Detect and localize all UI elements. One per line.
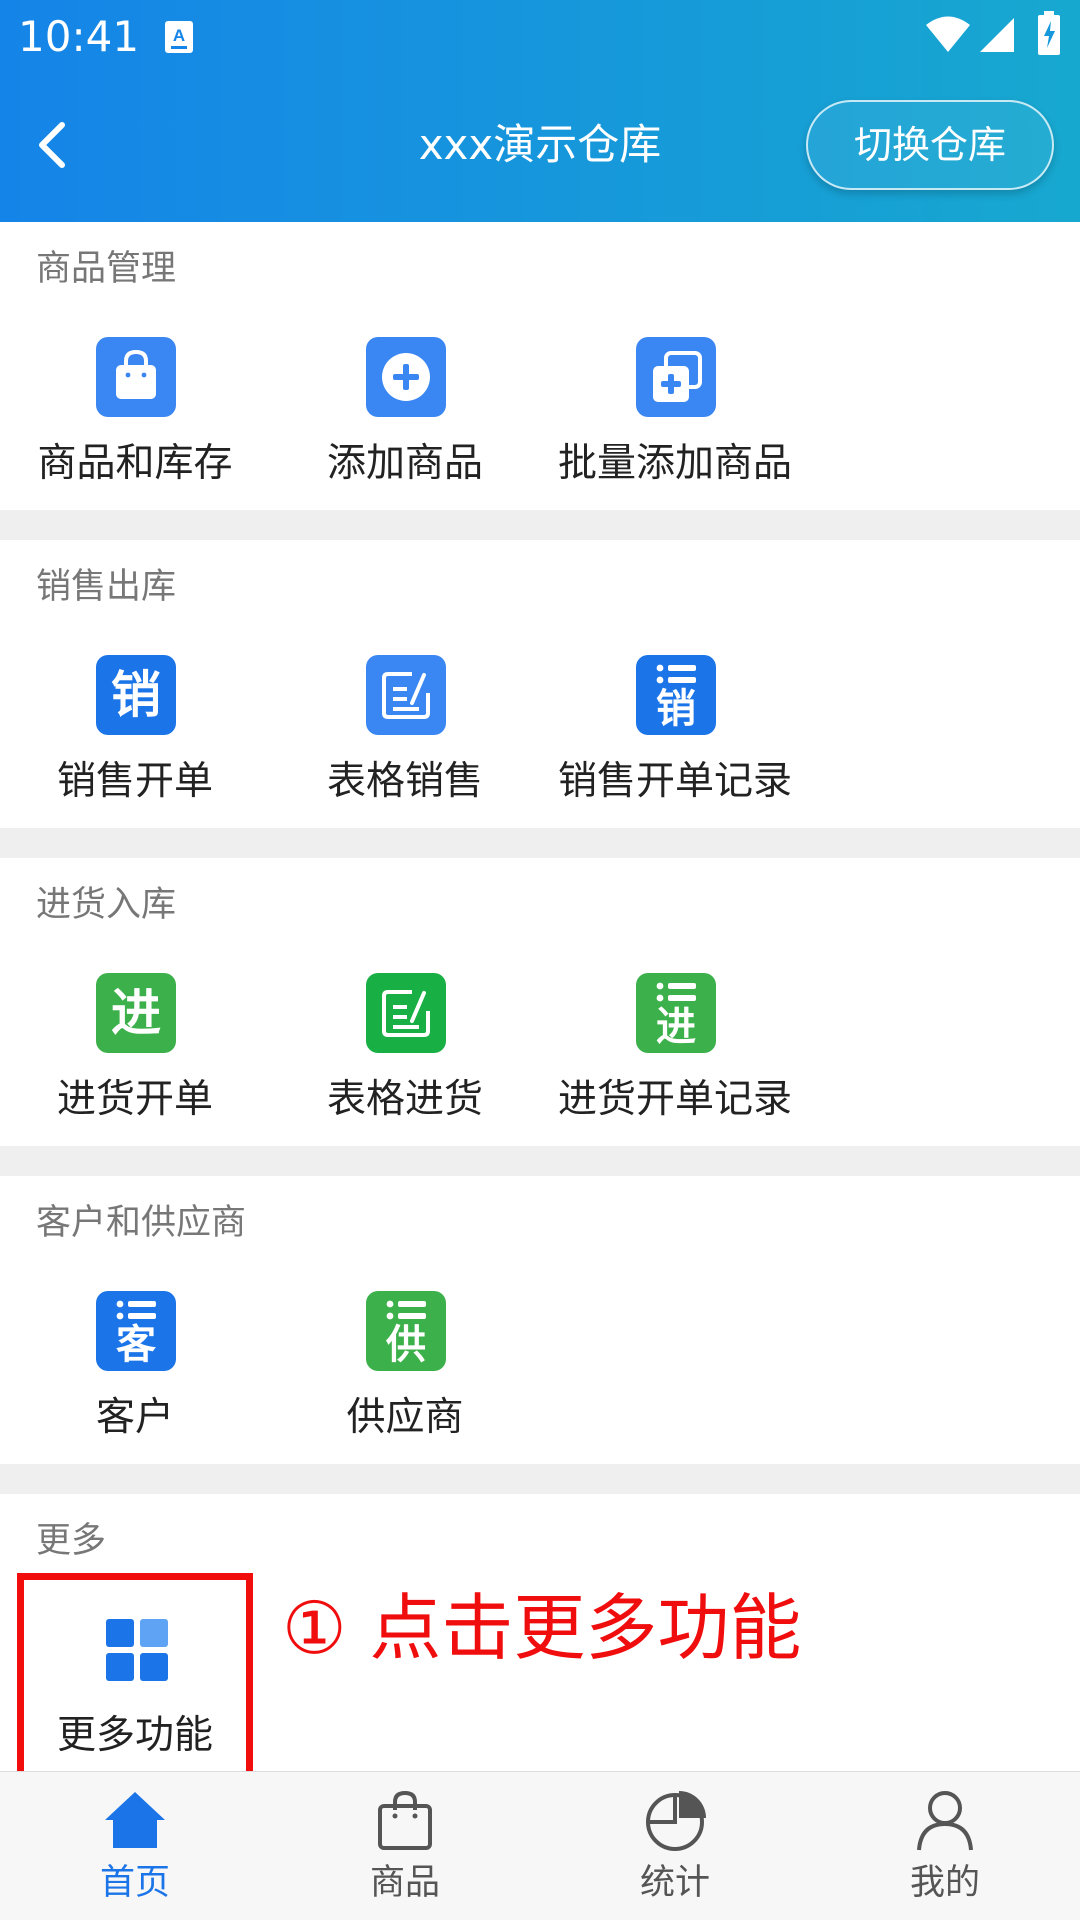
supplier-icon: 供 — [366, 1291, 446, 1371]
grid-apps-icon — [96, 1609, 176, 1689]
tile-glyph: 进 — [111, 984, 161, 1042]
svg-text:A: A — [173, 26, 185, 45]
section-partners: 客户和供应商 客 客户 供 供应商 — [0, 1176, 1080, 1464]
tile-glyph: 供 — [386, 1322, 426, 1368]
user-icon — [917, 1791, 973, 1851]
pie-chart-icon — [646, 1791, 706, 1851]
section-sales: 销售出库 销 销售开单 表格销售 销 销售开单记录 — [0, 540, 1080, 828]
bottom-nav-mine[interactable]: 我的 — [810, 1772, 1080, 1920]
table-edit-icon — [366, 655, 446, 735]
section-purchase: 进货入库 进 进货开单 表格进货 进 进货开单记录 — [0, 858, 1080, 1146]
grid-item-label: 客户 — [95, 1395, 174, 1440]
chevron-left-icon[interactable] — [28, 117, 80, 173]
bottom-nav-label: 我的 — [909, 1863, 980, 1903]
section-title: 更多 — [36, 1521, 107, 1561]
section-goods: 商品管理 商品和库存 添加商品 批量添加商品 — [0, 222, 1080, 510]
signal-icon — [980, 18, 1014, 52]
home-icon — [105, 1792, 165, 1848]
section-title: 进货入库 — [36, 885, 177, 925]
plus-circle-icon — [366, 337, 446, 417]
grid-item-label: 销售开单 — [56, 759, 213, 804]
bottom-nav-label: 统计 — [639, 1863, 710, 1903]
grid-item-label: 批量添加商品 — [557, 441, 792, 486]
customer-icon: 客 — [96, 1291, 176, 1371]
grid-item-table-sales[interactable]: 表格销售 — [270, 655, 540, 825]
grid-item-purchase-order[interactable]: 进 进货开单 — [0, 973, 270, 1143]
tile-glyph: 销 — [656, 686, 696, 732]
grid-item-label: 表格销售 — [326, 759, 483, 804]
battery-charging-icon — [1038, 11, 1060, 55]
status-bar: 10:41 A — [0, 0, 1080, 72]
purchase-icon: 进 — [96, 973, 176, 1053]
bottom-nav-label: 首页 — [99, 1863, 170, 1903]
page-title: xxx演示仓库 — [418, 120, 662, 169]
annotation-hint: ① 点击更多功能 — [282, 1586, 802, 1670]
status-time: 10:41 — [18, 12, 140, 61]
grid-item-label: 进货开单 — [56, 1077, 213, 1122]
section-title: 客户和供应商 — [36, 1203, 247, 1243]
purchase-record-icon: 进 — [636, 973, 716, 1053]
grid-item-batch-add-goods[interactable]: 批量添加商品 — [540, 337, 810, 507]
app-header: 10:41 A xxx演示仓库 切换仓库 — [0, 0, 1080, 222]
shopping-bag-icon — [96, 337, 176, 417]
grid-item-customer[interactable]: 客 客户 — [0, 1291, 270, 1461]
section-title: 商品管理 — [36, 249, 177, 289]
grid-item-label: 进货开单记录 — [557, 1077, 792, 1122]
grid-item-label: 商品和库存 — [37, 441, 233, 486]
bottom-nav-home[interactable]: 首页 — [0, 1772, 270, 1920]
table-edit-icon — [366, 973, 446, 1053]
grid-item-table-purchase[interactable]: 表格进货 — [270, 973, 540, 1143]
sales-record-icon: 销 — [636, 655, 716, 735]
grid-item-label: 更多功能 — [56, 1713, 213, 1758]
switch-warehouse-button[interactable]: 切换仓库 — [806, 100, 1054, 190]
bottom-nav-goods[interactable]: 商品 — [270, 1772, 540, 1920]
wifi-icon — [926, 16, 970, 52]
bottom-nav: 首页 商品 统计 我的 — [0, 1771, 1080, 1920]
grid-item-supplier[interactable]: 供 供应商 — [270, 1291, 540, 1461]
grid-item-label: 供应商 — [346, 1395, 464, 1440]
grid-item-sales-record[interactable]: 销 销售开单记录 — [540, 655, 810, 825]
bottom-nav-stats[interactable]: 统计 — [540, 1772, 810, 1920]
batch-add-icon — [636, 337, 716, 417]
grid-item-add-goods[interactable]: 添加商品 — [270, 337, 540, 507]
grid-item-purchase-record[interactable]: 进 进货开单记录 — [540, 973, 810, 1143]
grid-item-label: 销售开单记录 — [557, 759, 792, 804]
grid-item-sales-order[interactable]: 销 销售开单 — [0, 655, 270, 825]
tile-glyph: 客 — [116, 1322, 156, 1368]
grid-item-label: 添加商品 — [326, 441, 483, 486]
sales-icon: 销 — [96, 655, 176, 735]
tile-glyph: 销 — [111, 666, 161, 724]
bottom-nav-label: 商品 — [369, 1863, 440, 1903]
tile-glyph: 进 — [656, 1004, 696, 1050]
nav-bar: xxx演示仓库 切换仓库 — [0, 72, 1080, 222]
grid-item-label: 表格进货 — [326, 1077, 483, 1122]
a-notification-icon: A — [165, 21, 193, 53]
grid-item-more-functions[interactable]: 更多功能 — [0, 1609, 270, 1779]
shopping-bag-outline-icon — [378, 1790, 432, 1850]
grid-item-goods-stock[interactable]: 商品和库存 — [0, 337, 270, 507]
section-title: 销售出库 — [36, 567, 177, 607]
